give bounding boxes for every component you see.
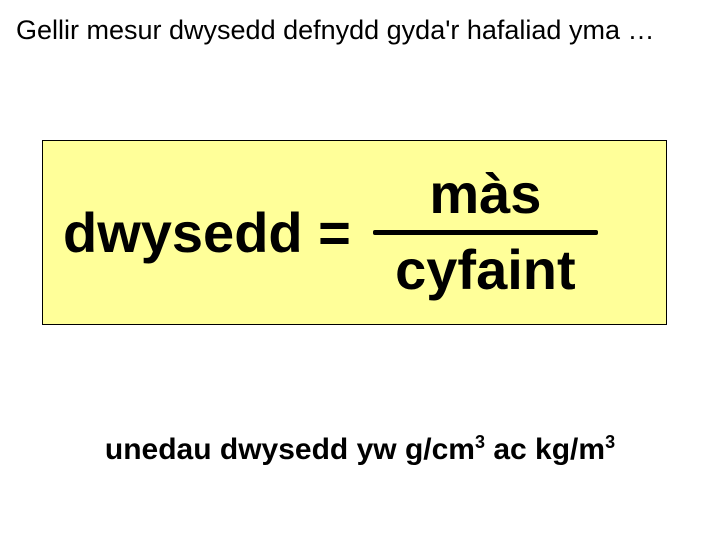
- fraction-line: [373, 230, 598, 235]
- unit1-exp: 3: [475, 432, 485, 452]
- units-line: unedau dwysedd yw g/cm3 ac kg/m3: [0, 432, 720, 467]
- formula-fraction: màs cyfaint: [373, 165, 598, 300]
- formula-numerator: màs: [429, 165, 541, 224]
- intro-text: Gellir mesur dwysedd defnydd gyda'r hafa…: [16, 14, 690, 48]
- formula-denominator: cyfaint: [395, 241, 576, 300]
- formula-lhs: dwysedd =: [63, 200, 351, 265]
- units-joiner: ac: [485, 433, 535, 466]
- unit2-exp: 3: [605, 432, 615, 452]
- units-prefix: unedau dwysedd yw: [105, 433, 405, 466]
- formula-box: dwysedd = màs cyfaint: [42, 140, 667, 325]
- unit1-base: g/cm: [405, 433, 475, 466]
- unit2-base: kg/m: [535, 433, 605, 466]
